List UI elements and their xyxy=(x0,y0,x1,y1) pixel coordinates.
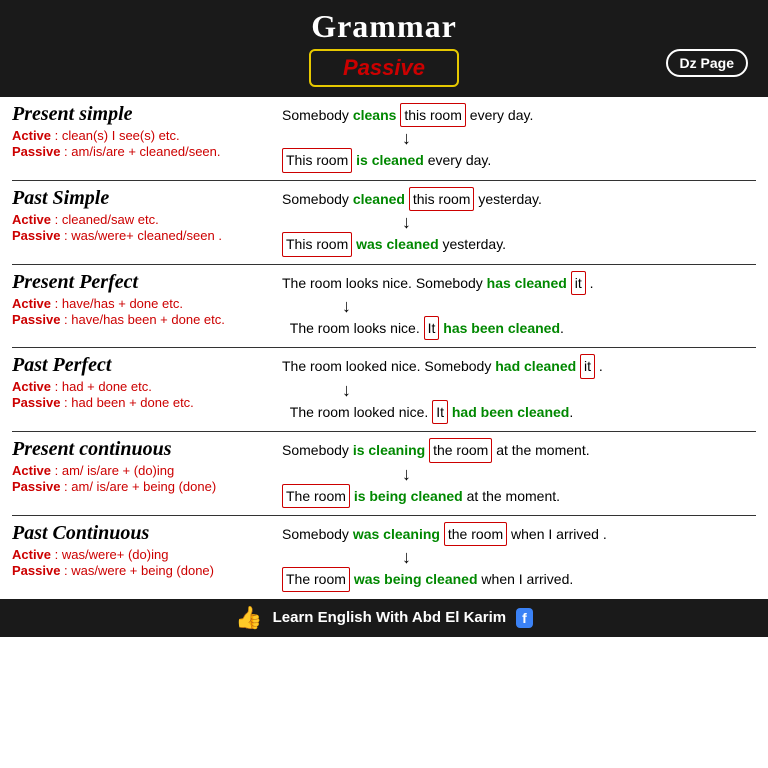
passive-present-perfect: Passive : have/has been + done etc. xyxy=(12,312,282,327)
title-present-simple: Present simple xyxy=(12,103,282,126)
footer-text: Learn English With Abd El Karim xyxy=(273,609,507,626)
header: Grammar xyxy=(0,0,768,49)
left-present-continuous: Present continuous Active : am/ is/are +… xyxy=(12,438,282,494)
passive-badge: Passive xyxy=(309,49,459,87)
title-past-simple: Past Simple xyxy=(12,187,282,210)
ex-passive-past-continuous: The room was being cleaned when I arrive… xyxy=(282,567,756,591)
ex-active-present-perfect: The room looks nice. Somebody has cleane… xyxy=(282,271,756,295)
ex-passive-present-simple: This room is cleaned every day. xyxy=(282,148,756,172)
active-past-continuous: Active : was/were+ (do)ing xyxy=(12,547,282,562)
title-past-continuous: Past Continuous xyxy=(12,522,282,545)
title-present-continuous: Present continuous xyxy=(12,438,282,461)
right-present-perfect: The room looks nice. Somebody has cleane… xyxy=(282,271,756,343)
left-present-perfect: Present Perfect Active : have/has + done… xyxy=(12,271,282,327)
ex-active-past-perfect: The room looked nice. Somebody had clean… xyxy=(282,354,756,378)
active-past-simple: Active : cleaned/saw etc. xyxy=(12,212,282,227)
page-title: Grammar xyxy=(0,8,768,45)
passive-past-continuous: Passive : was/were + being (done) xyxy=(12,563,282,578)
left-past-continuous: Past Continuous Active : was/were+ (do)i… xyxy=(12,522,282,578)
title-present-perfect: Present Perfect xyxy=(12,271,282,294)
facebook-icon: f xyxy=(516,608,533,628)
right-past-continuous: Somebody was cleaning the room when I ar… xyxy=(282,522,756,594)
thumb-icon: 👍 xyxy=(235,605,262,631)
subheader: Passive Dz Page xyxy=(0,49,768,97)
footer: 👍 Learn English With Abd El Karim f xyxy=(0,599,768,637)
right-present-continuous: Somebody is cleaning the room at the mom… xyxy=(282,438,756,510)
passive-present-continuous: Passive : am/ is/are + being (done) xyxy=(12,479,282,494)
ex-passive-present-continuous: The room is being cleaned at the moment. xyxy=(282,484,756,508)
arrow1: ↓ xyxy=(282,129,756,147)
active-past-perfect: Active : had + done etc. xyxy=(12,379,282,394)
arrow2: ↓ xyxy=(282,213,756,231)
ex-passive-past-simple: This room was cleaned yesterday. xyxy=(282,232,756,256)
ex-active-past-continuous: Somebody was cleaning the room when I ar… xyxy=(282,522,756,546)
left-present-simple: Present simple Active : clean(s) I see(s… xyxy=(12,103,282,159)
arrow6: ↓ xyxy=(282,548,756,566)
ex-passive-present-perfect: The room looks nice. It has been cleaned… xyxy=(282,316,756,340)
active-present-simple: Active : clean(s) I see(s) etc. xyxy=(12,128,282,143)
ex-active-present-simple: Somebody cleans this room every day. xyxy=(282,103,756,127)
active-present-perfect: Active : have/has + done etc. xyxy=(12,296,282,311)
arrow4: ↓ xyxy=(282,381,756,399)
right-past-perfect: The room looked nice. Somebody had clean… xyxy=(282,354,756,426)
left-past-simple: Past Simple Active : cleaned/saw etc. Pa… xyxy=(12,187,282,243)
arrow5: ↓ xyxy=(282,465,756,483)
section-present-perfect: Present Perfect Active : have/has + done… xyxy=(12,265,756,349)
ex-passive-past-perfect: The room looked nice. It had been cleane… xyxy=(282,400,756,424)
passive-past-perfect: Passive : had been + done etc. xyxy=(12,395,282,410)
section-present-continuous: Present continuous Active : am/ is/are +… xyxy=(12,432,756,516)
section-past-perfect: Past Perfect Active : had + done etc. Pa… xyxy=(12,348,756,432)
ex-active-present-continuous: Somebody is cleaning the room at the mom… xyxy=(282,438,756,462)
section-past-simple: Past Simple Active : cleaned/saw etc. Pa… xyxy=(12,181,756,265)
passive-past-simple: Passive : was/were+ cleaned/seen . xyxy=(12,228,282,243)
ex-active-past-simple: Somebody cleaned this room yesterday. xyxy=(282,187,756,211)
content: Present simple Active : clean(s) I see(s… xyxy=(0,97,768,599)
left-past-perfect: Past Perfect Active : had + done etc. Pa… xyxy=(12,354,282,410)
active-present-continuous: Active : am/ is/are + (do)ing xyxy=(12,463,282,478)
section-present-simple: Present simple Active : clean(s) I see(s… xyxy=(12,97,756,181)
passive-present-simple: Passive : am/is/are + cleaned/seen. xyxy=(12,144,282,159)
right-past-simple: Somebody cleaned this room yesterday. ↓ … xyxy=(282,187,756,259)
dz-badge: Dz Page xyxy=(666,49,748,77)
right-present-simple: Somebody cleans this room every day. ↓ T… xyxy=(282,103,756,175)
arrow3: ↓ xyxy=(282,297,756,315)
title-past-perfect: Past Perfect xyxy=(12,354,282,377)
section-past-continuous: Past Continuous Active : was/were+ (do)i… xyxy=(12,516,756,599)
